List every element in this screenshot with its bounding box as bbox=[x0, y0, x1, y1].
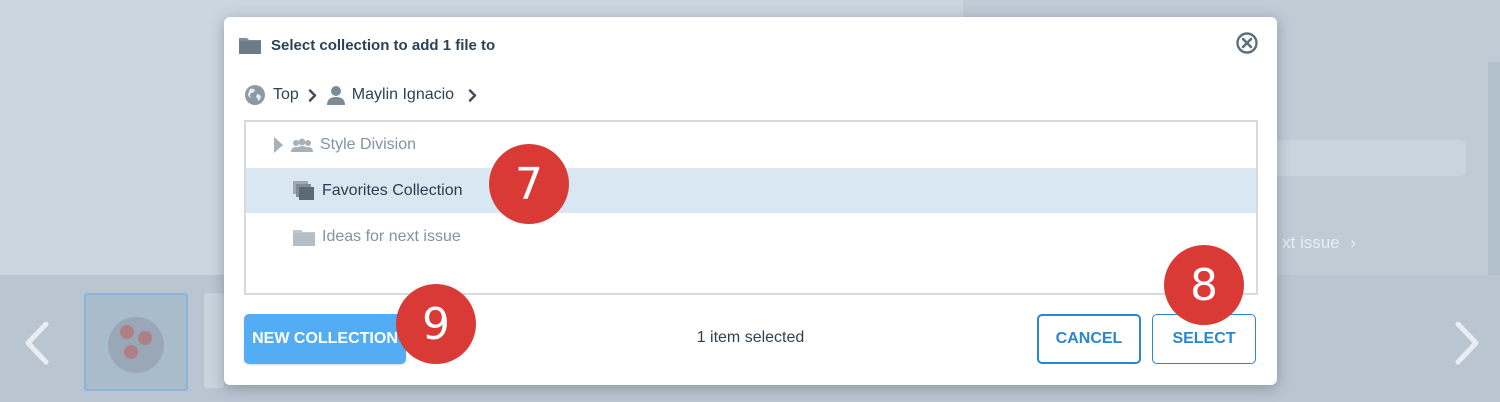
breadcrumb-label: Maylin Ignacio bbox=[351, 86, 455, 103]
breadcrumb: Top Maylin Ignacio bbox=[244, 83, 486, 107]
chevron-right-icon bbox=[308, 88, 317, 102]
dialog-title: Select collection to add 1 file to bbox=[271, 36, 496, 54]
tree-item-ideas-for-next-issue[interactable]: Ideas for next issue bbox=[246, 214, 1256, 259]
breadcrumb-label: Top bbox=[273, 86, 299, 103]
folder-icon bbox=[239, 38, 261, 54]
tree-item-label: Style Division bbox=[320, 135, 417, 153]
background-chevron-right-icon: › bbox=[1350, 233, 1357, 252]
collection-tree: Style Division Favorites Collection Idea… bbox=[244, 120, 1258, 295]
breadcrumb-item-top[interactable]: Top bbox=[244, 84, 299, 106]
breadcrumb-item-user[interactable]: Maylin Ignacio bbox=[326, 84, 454, 106]
cancel-button[interactable]: CANCEL bbox=[1037, 314, 1141, 364]
collection-icon bbox=[293, 180, 314, 200]
thumbnail-selected[interactable] bbox=[84, 293, 188, 391]
caret-right-icon[interactable] bbox=[272, 136, 284, 154]
chevron-right-icon[interactable] bbox=[468, 88, 477, 102]
globe-icon bbox=[245, 85, 265, 105]
tree-item-label: Ideas for next issue bbox=[322, 227, 461, 245]
background-breadcrumb: xt issue › bbox=[1282, 233, 1357, 252]
user-icon bbox=[326, 86, 345, 105]
tree-item-favorites-collection[interactable]: Favorites Collection bbox=[246, 168, 1256, 213]
next-arrow-icon[interactable] bbox=[1446, 318, 1486, 368]
background-scrollbar bbox=[1488, 62, 1500, 275]
previous-arrow-icon[interactable] bbox=[18, 318, 58, 368]
tree-item-label: Favorites Collection bbox=[322, 181, 463, 199]
callout-badge: 9 bbox=[396, 284, 476, 364]
thumbnail[interactable] bbox=[204, 293, 224, 388]
tree-item-style-division[interactable]: Style Division bbox=[246, 122, 1256, 167]
folder-icon bbox=[293, 229, 315, 246]
select-collection-dialog: Select collection to add 1 file to Top M… bbox=[224, 17, 1277, 385]
group-icon bbox=[291, 138, 313, 152]
callout-badge: 7 bbox=[489, 144, 569, 224]
close-icon[interactable] bbox=[1236, 32, 1258, 54]
dialog-header: Select collection to add 1 file to bbox=[238, 33, 495, 57]
callout-badge: 8 bbox=[1164, 245, 1244, 325]
